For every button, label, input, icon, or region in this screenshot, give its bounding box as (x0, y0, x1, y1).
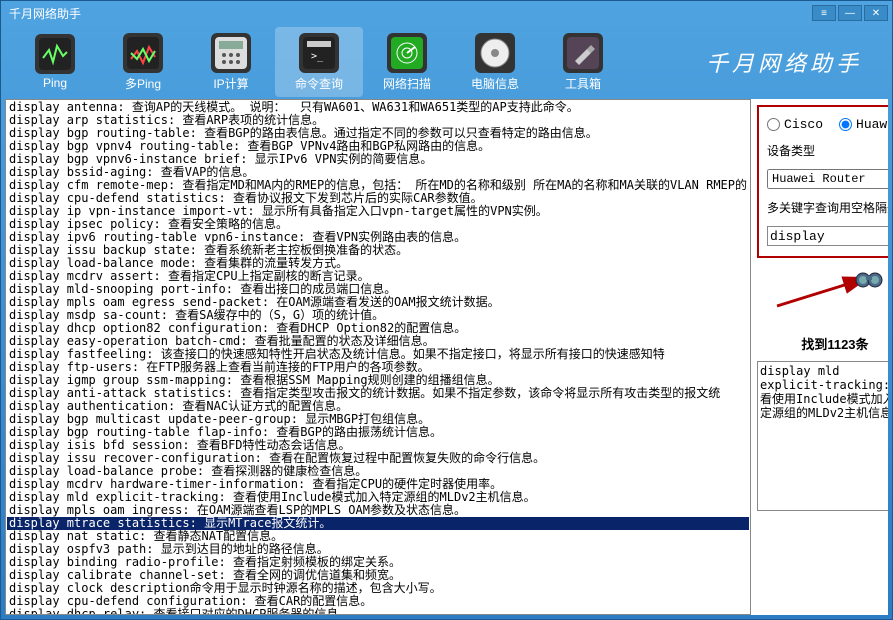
vendor-radio-group: Cisco Huawei (767, 117, 888, 132)
calc-icon (211, 33, 251, 73)
mping-icon (123, 33, 163, 73)
device-type-select[interactable]: Huawei Router (767, 169, 888, 189)
brand-title: 千月网络助手 (627, 46, 882, 78)
radio-cisco-label: Cisco (784, 117, 823, 132)
tool-cmd[interactable]: >_ 命令查询 (275, 27, 363, 97)
query-panel: Cisco Huawei 设备类型 Huawei Router 多关键字查询用空… (751, 99, 888, 615)
tool-label: 电脑信息 (471, 75, 519, 92)
binoculars-icon (855, 266, 883, 288)
close-button[interactable]: ✕ (864, 5, 888, 21)
tool-label: 工具箱 (565, 75, 601, 92)
close-icon: ✕ (872, 8, 880, 19)
minimize-icon: — (845, 8, 855, 19)
search-button[interactable] (855, 266, 883, 291)
radio-cisco-input[interactable] (767, 118, 780, 131)
tool-label: IP计算 (213, 75, 248, 92)
info-icon (475, 33, 515, 73)
keyword-input[interactable] (767, 226, 888, 246)
content-area: display antenna: 查询AP的天线模式。 说明： 只有WA601、… (5, 99, 888, 615)
results-list[interactable]: display antenna: 查询AP的天线模式。 说明： 只有WA601、… (6, 100, 750, 614)
tool-tools[interactable]: 工具箱 (539, 27, 627, 97)
minimize-button[interactable]: — (838, 5, 862, 21)
tool-info[interactable]: 电脑信息 (451, 27, 539, 97)
tool-label: 网络扫描 (383, 75, 431, 92)
settings-button[interactable]: ≡ (812, 5, 836, 21)
tool-label: 命令查询 (295, 75, 343, 92)
window-controls: ≡ — ✕ (812, 5, 888, 21)
radio-huawei-input[interactable] (839, 118, 852, 131)
result-count: 找到1123条 (757, 334, 888, 353)
cmd-icon: >_ (299, 33, 339, 73)
list-row[interactable]: display dhcp relay: 查看接口对应的DHCP服务器的信息。 (7, 608, 749, 614)
titlebar-title: 千月网络助手 (5, 5, 812, 22)
detail-box[interactable]: display mld explicit-tracking: 查看使用Inclu… (757, 361, 888, 511)
tool-label: Ping (43, 76, 67, 90)
tool-scan[interactable]: 网络扫描 (363, 27, 451, 97)
app-window: 千月网络助手 ≡ — ✕ Ping 多Ping IP计算 >_ 命令查询 网络扫描 电脑信息… (0, 0, 893, 620)
menu-icon: ≡ (821, 8, 827, 19)
search-action-area (757, 266, 888, 326)
device-type-label: 设备类型 (767, 142, 888, 159)
keyword-label: 多关键字查询用空格隔开 (767, 199, 888, 216)
scan-icon (387, 33, 427, 73)
radio-huawei-label: Huawei (856, 117, 888, 132)
query-group: Cisco Huawei 设备类型 Huawei Router 多关键字查询用空… (757, 105, 888, 258)
tool-ping[interactable]: Ping (11, 27, 99, 97)
titlebar: 千月网络助手 ≡ — ✕ (1, 1, 892, 25)
ping-icon (35, 34, 75, 74)
tools-icon (563, 33, 603, 73)
tool-label: 多Ping (125, 75, 161, 92)
results-pane: display antenna: 查询AP的天线模式。 说明： 只有WA601、… (5, 99, 751, 615)
radio-huawei[interactable]: Huawei (839, 117, 888, 132)
toolbar: Ping 多Ping IP计算 >_ 命令查询 网络扫描 电脑信息 工具箱 千月网络助手 (1, 25, 892, 99)
svg-text:>_: >_ (311, 51, 324, 62)
radio-cisco[interactable]: Cisco (767, 117, 823, 132)
tool-mping[interactable]: 多Ping (99, 27, 187, 97)
tool-calc[interactable]: IP计算 (187, 27, 275, 97)
